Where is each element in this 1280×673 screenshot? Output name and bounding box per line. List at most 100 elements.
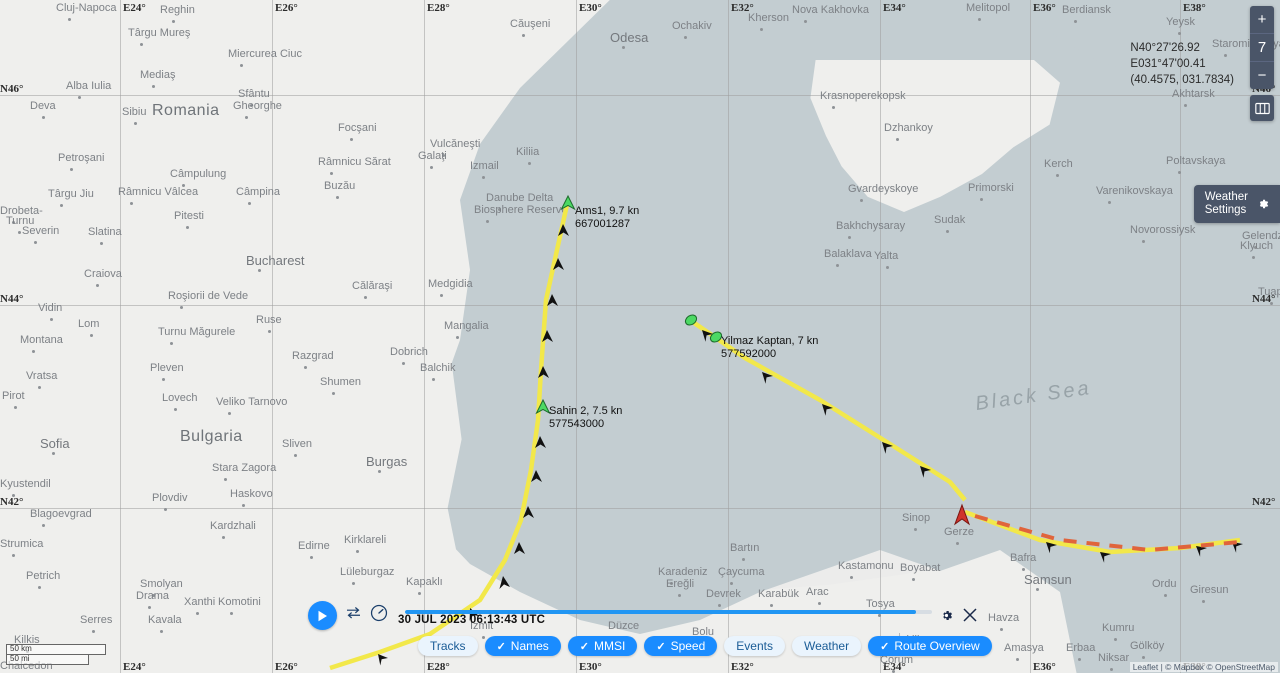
- place-label: Sudak: [934, 214, 966, 226]
- place-marker-dot: [332, 392, 335, 395]
- check-icon: ✓: [880, 640, 890, 653]
- place-marker-dot: [914, 528, 917, 531]
- place-marker-dot: [912, 578, 915, 581]
- place-marker-dot: [90, 334, 93, 337]
- layer-chip-route-overview[interactable]: ✓ Route Overview: [868, 636, 992, 656]
- place-label: Edirne: [298, 540, 330, 552]
- place-label: Biosphere Reserve: [474, 204, 568, 216]
- place-label: Arac: [806, 586, 829, 598]
- timeline-close-button[interactable]: [962, 607, 978, 628]
- place-label: Vratsa: [26, 370, 58, 382]
- graticule-longitude-label: E34°: [883, 2, 906, 14]
- map-canvas[interactable]: E24° E24° E26° E26° E28° E28° E30° E30° E32° E32°…: [0, 0, 1280, 673]
- place-label: Tuapse: [1258, 286, 1280, 298]
- place-label: Dobrich: [390, 346, 428, 358]
- place-marker-dot: [148, 606, 151, 609]
- place-label: Lom: [78, 318, 100, 330]
- layer-chip-speed[interactable]: ✓ Speed: [644, 636, 718, 656]
- place-marker-dot: [140, 43, 143, 46]
- place-marker-dot: [50, 318, 53, 321]
- layer-chip-mmsi[interactable]: ✓ MMSI: [567, 636, 638, 656]
- place-marker-dot: [38, 386, 41, 389]
- vessel-mmsi: 667001287: [575, 217, 631, 230]
- layer-chip-label: Route Overview: [894, 639, 980, 653]
- place-marker-dot: [42, 116, 45, 119]
- place-label: Gölköy: [1130, 640, 1165, 652]
- weather-settings-button[interactable]: Weather Settings: [1193, 185, 1280, 223]
- place-label: Râmnicu Sărat: [318, 156, 391, 168]
- place-label: Giresun: [1190, 584, 1229, 596]
- place-label: Balchik: [420, 362, 456, 374]
- place-marker-dot: [240, 64, 243, 67]
- map-layer-chip-toolbar[interactable]: Tracks ✓ Names ✓ MMSI ✓ Speed Events Weather ✓ Rou…: [418, 636, 992, 656]
- place-marker-dot: [1114, 638, 1117, 641]
- place-label: Severin: [22, 225, 60, 237]
- place-marker-dot: [1142, 656, 1145, 659]
- map-layers-button[interactable]: [1250, 95, 1274, 121]
- place-marker-dot: [32, 350, 35, 353]
- place-marker-dot: [486, 220, 489, 223]
- zoom-in-button[interactable]: +: [1250, 6, 1274, 34]
- graticule-longitude-label: E28°: [427, 661, 450, 673]
- layer-chip-label: Names: [510, 639, 549, 653]
- layer-chip-events[interactable]: Events: [724, 636, 785, 656]
- place-marker-dot: [742, 558, 745, 561]
- vessel-label[interactable]: Yilmaz Kaptan, 7 kn 577592000: [721, 335, 818, 360]
- place-label: Târgu Mureş: [128, 27, 191, 39]
- place-label: Mangalia: [444, 320, 489, 332]
- place-marker-dot: [172, 20, 175, 23]
- place-label: Melitopol: [966, 2, 1011, 14]
- place-marker-dot: [34, 241, 37, 244]
- direction-swap-button[interactable]: [346, 606, 361, 624]
- layer-chip-weather[interactable]: Weather: [791, 636, 862, 656]
- place-marker-dot: [896, 138, 899, 141]
- place-marker-dot: [350, 138, 353, 141]
- place-marker-dot: [850, 576, 853, 579]
- map-attribution[interactable]: Leaflet | © Mapbox © OpenStreetMap: [1129, 662, 1278, 672]
- place-label: Câmpina: [236, 186, 281, 198]
- place-label: Pleven: [150, 362, 184, 374]
- vessel-label[interactable]: Sahin 2, 7.5 kn 577543000: [549, 405, 622, 430]
- coordinate-longitude: E031°47'00.41: [1130, 58, 1206, 70]
- place-marker-dot: [228, 412, 231, 415]
- zoom-out-button[interactable]: −: [1250, 62, 1274, 89]
- place-label: Veliko Tarnovo: [216, 396, 288, 408]
- zoom-control[interactable]: + 7 −: [1250, 6, 1274, 89]
- graticule-longitude-label: E24°: [123, 661, 146, 673]
- place-label: Blagoevgrad: [30, 508, 92, 520]
- place-label: Medgidia: [428, 278, 473, 290]
- place-marker-dot: [836, 264, 839, 267]
- layer-chip-tracks[interactable]: Tracks: [418, 636, 478, 656]
- graticule-longitude-label: E28°: [427, 2, 450, 14]
- place-label: Roşiorii de Vede: [168, 290, 249, 302]
- place-marker-dot: [430, 166, 433, 169]
- timeline-settings-button[interactable]: [939, 608, 954, 628]
- place-label: Primorski: [968, 182, 1014, 194]
- vessel-mmsi: 577592000: [721, 347, 777, 360]
- place-marker-dot: [170, 342, 173, 345]
- place-label: Gerze: [944, 526, 974, 538]
- vessel-label[interactable]: Ams1, 9.7 kn 667001287: [575, 205, 639, 230]
- graticule-meridian: [1180, 0, 1181, 673]
- place-label: Xanthi: [184, 596, 216, 608]
- place-marker-dot: [1142, 240, 1145, 243]
- place-marker-dot: [1184, 104, 1187, 107]
- layer-chip-names[interactable]: ✓ Names: [484, 636, 561, 656]
- graticule-parallel: [0, 95, 1280, 96]
- place-marker-dot: [832, 106, 835, 109]
- place-marker-dot: [352, 582, 355, 585]
- playback-timeline[interactable]: 30 JUL 2023 06:13:43 UTC: [300, 598, 980, 634]
- place-marker-dot: [42, 524, 45, 527]
- place-marker-dot: [304, 366, 307, 369]
- place-label: Novorossiysk: [1130, 224, 1196, 236]
- playback-speed-button[interactable]: [370, 604, 388, 627]
- place-label: Havza: [988, 612, 1020, 624]
- place-label: Samsun: [1024, 572, 1072, 587]
- place-marker-dot: [1110, 668, 1113, 671]
- place-marker-dot: [1022, 568, 1025, 571]
- place-label: Gvardeyskoye: [848, 183, 919, 195]
- place-label: Çaycuma: [718, 566, 765, 578]
- place-label: Lovech: [162, 392, 198, 404]
- place-marker-dot: [378, 470, 381, 473]
- play-button[interactable]: [308, 601, 337, 630]
